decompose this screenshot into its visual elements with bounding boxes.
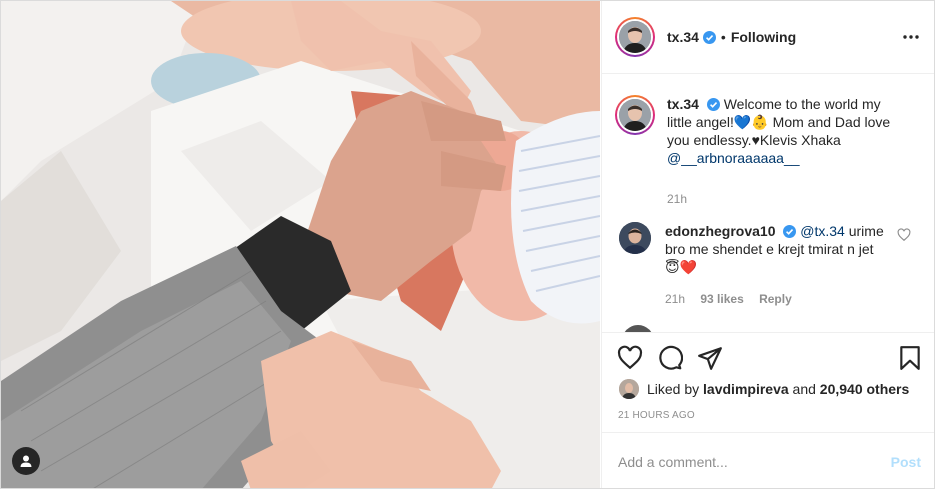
next-comment-avatar-partial bbox=[622, 325, 654, 332]
author-avatar[interactable] bbox=[615, 17, 655, 57]
comment-input[interactable] bbox=[618, 453, 891, 470]
likes-count-button[interactable]: 20,940 others bbox=[820, 381, 910, 397]
caption-author-photo bbox=[619, 99, 651, 131]
verified-badge-icon bbox=[783, 225, 797, 238]
comment-time[interactable]: 21h bbox=[665, 292, 685, 306]
caption-username[interactable]: tx.34 bbox=[667, 96, 699, 112]
comment-reply-button[interactable]: Reply bbox=[759, 292, 792, 306]
comment-body: edonzhegrova10 @tx.34 urime bro me shend… bbox=[665, 222, 890, 308]
likes-summary: Liked by lavdimpireva and 20,940 others bbox=[619, 379, 909, 399]
post-timestamp[interactable]: 21 HOURS AGO bbox=[618, 410, 695, 421]
caption-mention-link[interactable]: @__arbnoraaaaaa__ bbox=[667, 150, 800, 166]
share-icon[interactable] bbox=[697, 345, 723, 371]
comment-mention-link[interactable]: @tx.34 bbox=[800, 223, 845, 239]
add-comment-bar: Post bbox=[602, 432, 934, 488]
more-options-icon[interactable] bbox=[901, 27, 921, 47]
comment-username[interactable]: edonzhegrova10 bbox=[665, 223, 775, 239]
author-photo bbox=[619, 21, 651, 53]
author-username[interactable]: tx.34 bbox=[667, 29, 699, 45]
tagged-users-button[interactable] bbox=[12, 447, 40, 475]
liker-photo bbox=[619, 379, 639, 399]
liker-avatar[interactable] bbox=[619, 379, 639, 399]
instagram-post-modal: tx.34 • Following tx.34 Welcome to the w… bbox=[0, 0, 935, 489]
comment-like-heart-icon[interactable] bbox=[897, 228, 911, 242]
commenter-avatar[interactable] bbox=[619, 222, 651, 254]
heart-icon[interactable] bbox=[617, 345, 643, 371]
comment-likes-count[interactable]: 93 likes bbox=[700, 292, 743, 306]
post-header: tx.34 • Following bbox=[602, 1, 934, 74]
post-details-panel: tx.34 • Following tx.34 Welcome to the w… bbox=[601, 1, 934, 488]
commenter-photo bbox=[619, 222, 651, 254]
comment-meta: 21h 93 likes Reply bbox=[665, 290, 890, 308]
post-comment-button[interactable]: Post bbox=[891, 454, 921, 470]
caption-meta: 21h bbox=[667, 190, 907, 208]
post-actions: Liked by lavdimpireva and 20,940 others … bbox=[602, 332, 934, 432]
comments-list[interactable]: tx.34 Welcome to the world my little ang… bbox=[602, 75, 934, 332]
caption-text: Welcome to the world my little angel!💙👶 … bbox=[667, 96, 891, 148]
verified-badge-icon bbox=[702, 30, 716, 44]
newborn-photo-illustration bbox=[1, 1, 600, 488]
caption-author-avatar[interactable] bbox=[615, 95, 655, 135]
user-tag-icon bbox=[20, 455, 32, 467]
likes-connector: and bbox=[792, 381, 816, 397]
caption-body: tx.34 Welcome to the world my little ang… bbox=[667, 95, 907, 208]
header-separator: • bbox=[720, 29, 726, 45]
liker-username[interactable]: lavdimpireva bbox=[703, 381, 789, 397]
caption-time[interactable]: 21h bbox=[667, 192, 687, 206]
comment-icon[interactable] bbox=[657, 345, 683, 371]
bookmark-icon[interactable] bbox=[897, 345, 923, 371]
following-button[interactable]: Following bbox=[731, 29, 796, 45]
likes-prefix: Liked by bbox=[647, 381, 700, 397]
post-photo[interactable] bbox=[1, 1, 600, 488]
verified-badge-icon bbox=[706, 98, 720, 111]
comment-item: edonzhegrova10 @tx.34 urime bro me shend… bbox=[619, 222, 890, 308]
caption: tx.34 Welcome to the world my little ang… bbox=[615, 95, 907, 208]
